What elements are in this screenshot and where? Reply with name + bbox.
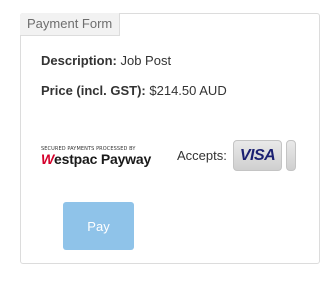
description-value: Job Post <box>120 53 172 68</box>
westpac-brand: Westpac Payway <box>41 151 151 167</box>
price-row: Price (incl. GST): $214.50 AUD <box>41 83 227 98</box>
visa-card-icon: VISA <box>233 140 282 171</box>
payment-page: Payment Form Description: Job Post Price… <box>0 0 320 288</box>
westpac-payway-logo: SECURED PAYMENTS PROCESSED BY Westpac Pa… <box>41 146 169 170</box>
card-icon <box>286 140 296 171</box>
price-label: Price (incl. GST): <box>41 83 146 98</box>
form-title-tab: Payment Form <box>20 13 121 36</box>
accepts-label: Accepts: <box>177 148 227 163</box>
westpac-w-mark: W <box>41 151 55 167</box>
pay-button[interactable]: Pay <box>63 202 134 250</box>
description-label: Description: <box>41 53 117 68</box>
price-value: $214.50 AUD <box>149 83 227 98</box>
westpac-brand-text: estpac Payway <box>54 151 152 167</box>
description-row: Description: Job Post <box>41 53 171 68</box>
